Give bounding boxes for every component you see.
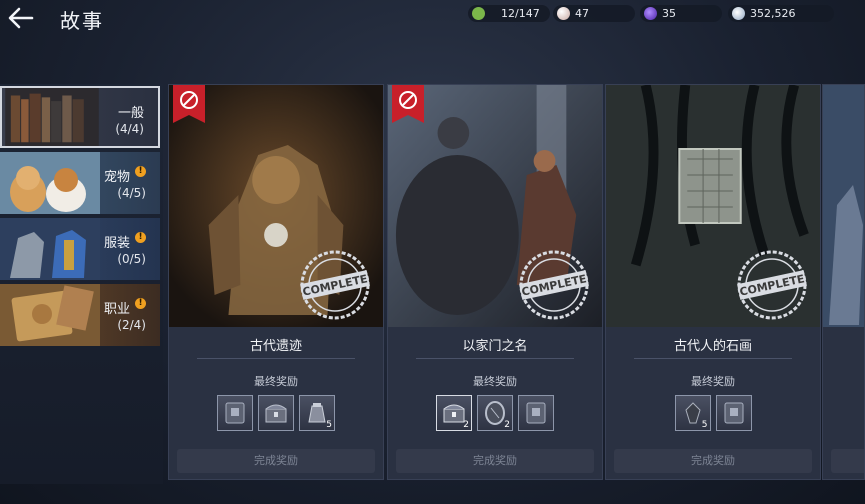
alert-badge-icon: !	[135, 232, 146, 243]
category-general[interactable]: 一般 (4/4)	[0, 86, 160, 148]
divider	[197, 358, 355, 359]
complete-stamp-icon: COMPLETE	[737, 250, 807, 320]
category-pets[interactable]: ! 宠物 (4/5)	[0, 152, 160, 214]
story-title: 以家门之名	[462, 339, 528, 354]
pearl-counter[interactable]: 47	[553, 5, 635, 22]
category-count: (0/5)	[117, 252, 146, 266]
claim-reward-button[interactable]: 完成奖励	[177, 449, 375, 473]
stamina-icon	[472, 7, 485, 20]
scroll-icon	[0, 284, 100, 346]
reward-item[interactable]: 5	[674, 395, 711, 431]
complete-stamp-icon: COMPLETE	[519, 250, 589, 320]
reward-item[interactable]: 2	[436, 395, 472, 431]
story-card-partial[interactable]	[822, 84, 865, 480]
divider	[634, 358, 792, 359]
bookmark-ribbon-icon	[392, 85, 424, 123]
reward-item[interactable]	[258, 395, 294, 431]
story-card[interactable]: COMPLETE 古代遗迹 最终奖励 5 完成奖励	[168, 84, 384, 480]
back-arrow-icon[interactable]	[6, 6, 34, 30]
purple-gem-icon	[644, 7, 657, 20]
category-label: 服装	[103, 236, 130, 251]
final-reward-label: 最终奖励	[254, 375, 298, 388]
category-label: 宠物	[103, 170, 130, 185]
stamina-counter[interactable]: 12/147	[468, 5, 550, 22]
pets-icon	[0, 152, 100, 214]
reward-list: 5	[169, 395, 383, 431]
book-icon	[724, 402, 743, 424]
bookshelf-icon	[5, 88, 99, 146]
reward-item[interactable]: 5	[299, 395, 335, 431]
final-reward-label: 最终奖励	[691, 375, 735, 388]
reward-item[interactable]	[217, 395, 253, 431]
category-sidebar: 一般 (4/4) ! 宠物 (4/5) ! 服装 (0/5) ! 职业 (2/4…	[0, 84, 163, 484]
claim-reward-button[interactable]: 完成奖励	[396, 449, 594, 473]
reward-item[interactable]	[715, 395, 752, 431]
reward-item[interactable]	[518, 395, 554, 431]
category-label: 职业	[103, 302, 130, 317]
story-card[interactable]: COMPLETE 古代人的石画 最终奖励 5 完成奖励	[605, 84, 821, 480]
category-label: 一般	[117, 106, 144, 121]
claim-reward-button[interactable]	[831, 449, 864, 473]
book-icon	[526, 402, 546, 424]
claim-reward-button[interactable]: 完成奖励	[614, 449, 812, 473]
reward-list: 5	[606, 395, 820, 431]
purple-gem-counter[interactable]: 35	[640, 5, 722, 22]
top-bar: 故事 12/147 47 35 352,526	[0, 0, 865, 34]
final-reward-label: 最终奖励	[473, 375, 517, 388]
reward-item[interactable]: 2	[477, 395, 513, 431]
category-count: (2/4)	[117, 318, 146, 332]
book-icon	[225, 402, 245, 424]
complete-stamp-icon: COMPLETE	[300, 250, 370, 320]
story-illustration-partial	[823, 85, 864, 327]
story-card[interactable]: COMPLETE 以家门之名 最终奖励 2 2 完成奖励	[387, 84, 603, 480]
page-title: 故事	[60, 9, 104, 33]
alert-badge-icon: !	[135, 166, 146, 177]
pearl-icon	[557, 7, 570, 20]
armor-icon	[0, 218, 100, 280]
category-class[interactable]: ! 职业 (2/4)	[0, 284, 160, 346]
alert-badge-icon: !	[135, 298, 146, 309]
divider	[416, 358, 574, 359]
reward-list: 2 2	[388, 395, 602, 431]
story-title: 古代遗迹	[249, 339, 302, 354]
category-outfits[interactable]: ! 服装 (0/5)	[0, 218, 160, 280]
silver-coin-counter[interactable]: 352,526	[728, 5, 834, 22]
category-count: (4/5)	[117, 186, 146, 200]
bookmark-ribbon-icon	[173, 85, 205, 123]
category-count: (4/4)	[115, 122, 144, 136]
chest-icon	[265, 404, 287, 423]
story-title: 古代人的石画	[673, 339, 752, 354]
silver-coin-icon	[732, 7, 745, 20]
